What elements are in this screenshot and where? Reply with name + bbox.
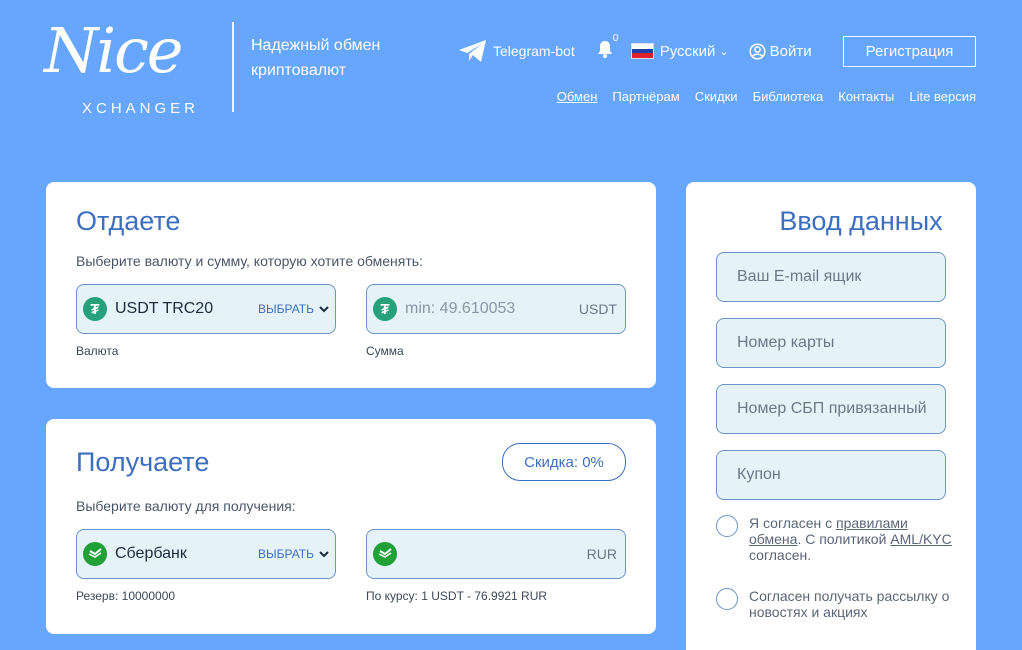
login-label: Войти	[769, 42, 812, 60]
discount-badge[interactable]: Скидка: 0%	[502, 443, 626, 481]
newsletter-text: Согласен получать рассылку о новостях и …	[749, 588, 950, 620]
tether-icon: ₮	[83, 297, 107, 321]
russia-flag-icon	[630, 43, 654, 59]
agree-rules-text: Я согласен с правилами обмена. С политик…	[749, 515, 952, 563]
give-currency-caption: Валюта	[76, 344, 119, 358]
chevron-down-icon	[319, 305, 329, 312]
coupon-field[interactable]: Купон	[716, 450, 946, 500]
nav-item-exchange[interactable]: Обмен	[557, 89, 598, 104]
give-amount-currency: USDT	[578, 301, 617, 317]
give-amount-caption: Сумма	[366, 344, 404, 358]
form-title: Ввод данных	[779, 206, 943, 236]
chevron-down-icon: ⌄	[719, 45, 729, 58]
get-choose-label: ВЫБРАТЬ	[258, 547, 314, 561]
newsletter-checkbox[interactable]: Согласен получать рассылку о новостях и …	[716, 588, 956, 620]
register-button[interactable]: Регистрация	[843, 35, 976, 67]
notifications-count: 0	[612, 32, 619, 44]
give-currency-select[interactable]: ₮ USDT TRC20 ВЫБРАТЬ	[76, 284, 336, 334]
tagline: Надежный обмен криптовалют	[251, 37, 381, 79]
aml-kyc-link[interactable]: AML/KYC	[890, 531, 951, 547]
agree-rules-checkbox[interactable]: Я согласен с правилами обмена. С политик…	[716, 515, 956, 563]
give-title: Отдаете	[76, 206, 181, 236]
give-choose-label: ВЫБРАТЬ	[258, 302, 314, 316]
sberbank-icon	[83, 542, 107, 566]
get-currency-select[interactable]: Сбербанк ВЫБРАТЬ	[76, 529, 336, 579]
reserve-caption: Резерв: 10000000	[76, 589, 176, 603]
login-link[interactable]: Войти	[749, 43, 812, 60]
give-choose-button[interactable]: ВЫБРАТЬ	[258, 302, 329, 316]
main-nav: Обмен Партнёрам Скидки Библиотека Контак…	[557, 89, 976, 104]
newsletter-radio[interactable]	[716, 588, 738, 610]
nav-item-lite[interactable]: Lite версия	[909, 89, 976, 104]
email-field[interactable]: Ваш E-mail ящик	[716, 252, 946, 302]
logo-wordmark: Nice	[44, 14, 183, 87]
user-icon	[749, 42, 766, 60]
rate-caption: По курсу: 1 USDT - 76.9921 RUR	[366, 589, 548, 603]
sberbank-icon	[373, 542, 397, 566]
agree-rules-radio[interactable]	[716, 515, 738, 537]
language-label: Русский	[659, 42, 716, 60]
get-amount-currency: RUR	[586, 546, 617, 562]
get-card: Получаете Скидка: 0% Выберите валюту для…	[46, 419, 656, 634]
get-amount-field[interactable]: RUR	[366, 529, 626, 579]
telegram-bot-link[interactable]: Telegram-bot	[458, 39, 575, 63]
notifications-button[interactable]: 0	[597, 33, 618, 63]
get-title: Получаете	[76, 447, 210, 477]
give-amount-input[interactable]: min: 49.610053	[405, 300, 515, 318]
get-choose-button[interactable]: ВЫБРАТЬ	[258, 547, 329, 561]
nav-item-discounts[interactable]: Скидки	[695, 89, 738, 104]
give-amount-field[interactable]: ₮ min: 49.610053 USDT	[366, 284, 626, 334]
card-number-field[interactable]: Номер карты	[716, 318, 946, 368]
chevron-down-icon	[319, 550, 329, 557]
header-divider	[232, 22, 234, 112]
give-hint: Выберите валюту и сумму, которую хотите …	[76, 253, 423, 269]
nav-item-partners[interactable]: Партнёрам	[612, 89, 679, 104]
nav-item-library[interactable]: Библиотека	[753, 89, 824, 104]
give-currency-name: USDT TRC20	[115, 300, 214, 317]
data-entry-card: Ввод данных Ваш E-mail ящик Номер карты …	[686, 182, 976, 650]
get-currency-name: Сбербанк	[115, 545, 187, 562]
give-card: Отдаете Выберите валюту и сумму, которую…	[46, 182, 656, 388]
logo[interactable]: Nice XCHANGER	[44, 14, 214, 118]
logo-subtext: XCHANGER	[82, 100, 200, 117]
sbp-number-field[interactable]: Номер СБП привязанный	[716, 384, 946, 434]
nav-item-contacts[interactable]: Контакты	[838, 89, 894, 104]
telegram-icon	[459, 40, 486, 62]
language-selector[interactable]: Русский ⌄	[630, 42, 729, 60]
telegram-label: Telegram-bot	[493, 43, 575, 59]
bell-icon	[597, 40, 612, 58]
topbar: Telegram-bot 0 Русский ⌄ Войти Регистрац…	[458, 33, 976, 67]
tether-icon: ₮	[373, 297, 397, 321]
get-hint: Выберите валюту для получения:	[76, 498, 296, 514]
